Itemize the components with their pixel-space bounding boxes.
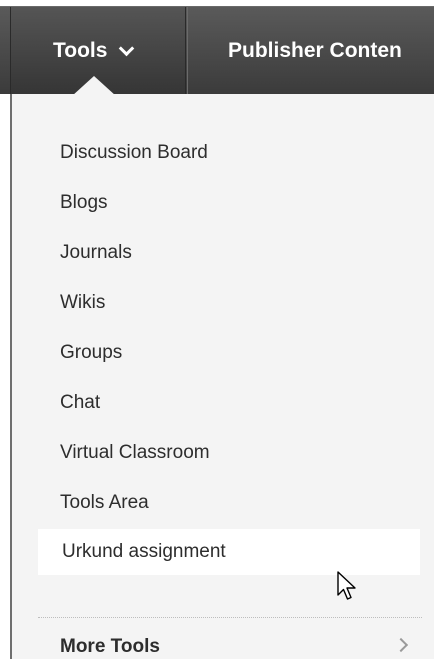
menu-item-wikis[interactable]: Wikis [60, 292, 105, 314]
dropdown-pointer [72, 76, 116, 96]
tools-menu-label: Tools [53, 39, 108, 62]
menu-divider [38, 617, 422, 618]
menu-item-tools-area[interactable]: Tools Area [60, 492, 149, 514]
menu-item-groups[interactable]: Groups [60, 342, 122, 364]
screen: Tools Publisher Conten Discussion Board … [0, 0, 434, 659]
more-tools-item[interactable]: More Tools [60, 636, 160, 658]
menu-item-virtual-classroom[interactable]: Virtual Classroom [60, 442, 210, 464]
publisher-content-menu-button[interactable]: Publisher Conten [187, 7, 434, 95]
menu-item-discussion-board[interactable]: Discussion Board [60, 142, 208, 164]
publisher-content-label: Publisher Conten [228, 39, 402, 62]
chevron-right-icon [393, 637, 409, 653]
chevron-down-icon [119, 40, 135, 56]
mouse-pointer-icon [337, 571, 356, 600]
top-toolbar: Tools Publisher Conten [0, 6, 434, 95]
menu-item-chat[interactable]: Chat [60, 392, 100, 414]
menu-item-urkund-assignment[interactable]: Urkund assignment [38, 529, 420, 575]
menu-item-blogs[interactable]: Blogs [60, 192, 108, 214]
menu-item-journals[interactable]: Journals [60, 242, 132, 264]
tools-dropdown-panel: Discussion Board Blogs Journals Wikis Gr… [10, 94, 434, 659]
